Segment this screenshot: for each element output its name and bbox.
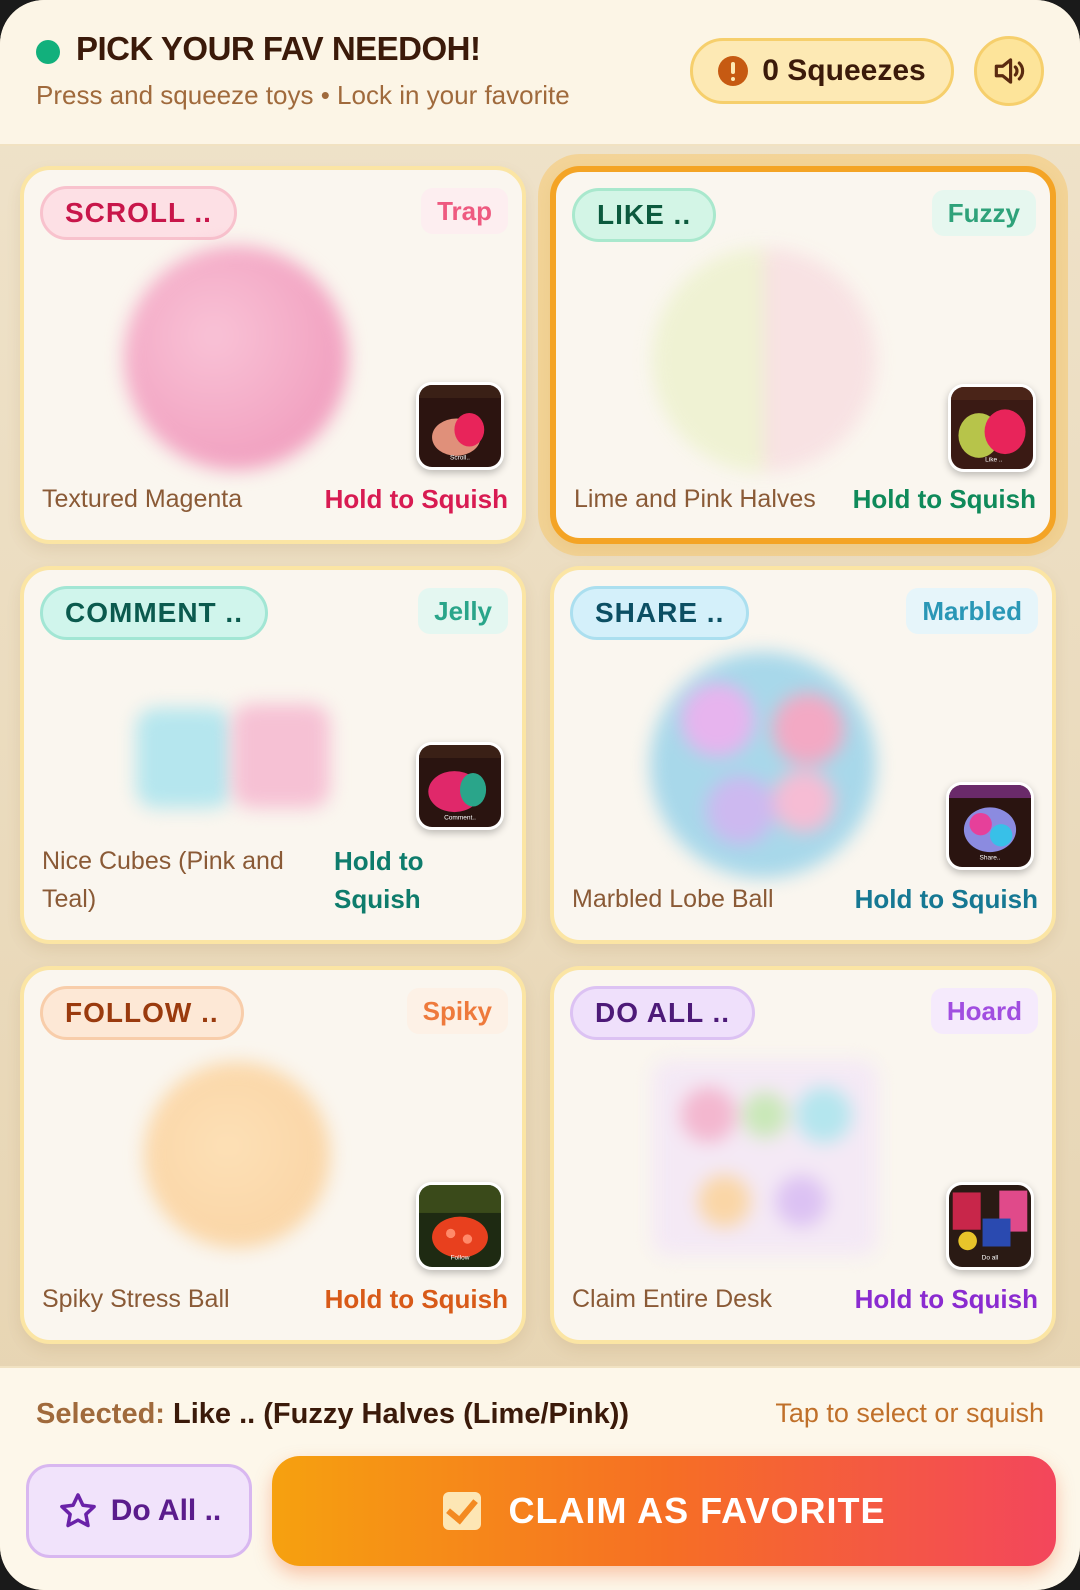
thumbnail-caption: Follow <box>451 1255 470 1262</box>
toy-image <box>144 1062 330 1248</box>
selection-status: Selected: Like .. (Fuzzy Halves (Lime/Pi… <box>36 1398 629 1431</box>
toy-pill: COMMENT .. <box>40 586 268 640</box>
video-thumbnail[interactable]: Like .. <box>948 384 1036 472</box>
video-thumbnail[interactable]: Share.. <box>946 782 1034 870</box>
checkbox-icon <box>442 1492 481 1530</box>
app-window: PICK YOUR FAV NEEDOH! Press and squeeze … <box>0 0 1080 1590</box>
toy-card-comment[interactable]: COMMENT .. Jelly Comment.. Nice Cubes (P… <box>20 566 526 944</box>
claim-favorite-button[interactable]: CLAIM AS FAVORITE <box>272 1456 1056 1566</box>
toy-image <box>652 1060 878 1256</box>
alert-icon <box>718 56 749 86</box>
selected-label: Selected: <box>36 1398 165 1430</box>
toy-image <box>124 246 348 470</box>
page-title: PICK YOUR FAV NEEDOH! <box>76 30 481 67</box>
selected-value: Like .. (Fuzzy Halves (Lime/Pink)) <box>173 1398 630 1430</box>
toy-name: Marbled Lobe Ball <box>572 885 774 913</box>
thumbnail-caption: Share.. <box>979 855 1000 862</box>
hold-to-squish-button[interactable]: Hold to Squish <box>855 1280 1038 1318</box>
sound-toggle-button[interactable] <box>974 36 1044 106</box>
hold-to-squish-button[interactable]: Hold to Squish <box>334 842 464 918</box>
squeeze-count-label: 0 Squeezes <box>762 54 926 87</box>
toy-image <box>652 248 876 472</box>
hold-to-squish-button[interactable]: Hold to Squish <box>325 1280 508 1318</box>
do-all-button[interactable]: Do All .. <box>26 1464 252 1558</box>
squeeze-counter: 0 Squeezes <box>690 38 954 104</box>
thumbnail-caption: Like .. <box>985 457 1003 464</box>
claim-favorite-label: CLAIM AS FAVORITE <box>508 1490 886 1531</box>
toy-image <box>136 708 232 808</box>
toy-card-share[interactable]: SHARE .. Marbled Share.. Marbled Lobe Ba… <box>550 566 1056 944</box>
footer: Selected: Like .. (Fuzzy Halves (Lime/Pi… <box>0 1366 1080 1590</box>
toy-pill: LIKE .. <box>572 188 717 242</box>
toy-type-tag: Spiky <box>406 988 508 1034</box>
toy-name: Claim Entire Desk <box>572 1285 773 1313</box>
toy-name: Textured Magenta <box>42 485 243 513</box>
hold-to-squish-button[interactable]: Hold to Squish <box>853 480 1036 518</box>
video-thumbnail[interactable]: Follow <box>416 1182 504 1270</box>
toy-card-follow[interactable]: FOLLOW .. Spiky Follow Spiky Stress Ball… <box>20 966 526 1344</box>
toy-card-scroll[interactable]: SCROLL .. Trap Scroll.. Textured Magenta… <box>20 166 526 544</box>
header: PICK YOUR FAV NEEDOH! Press and squeeze … <box>0 0 1080 146</box>
thumbnail-caption: Do all <box>982 1255 999 1262</box>
toy-type-tag: Jelly <box>418 588 508 634</box>
hold-to-squish-button[interactable]: Hold to Squish <box>855 880 1038 918</box>
hint-text: Tap to select or squish <box>775 1398 1044 1428</box>
toy-pill: SCROLL .. <box>40 186 237 240</box>
toy-name: Nice Cubes (Pink and Teal) <box>42 847 284 913</box>
video-thumbnail[interactable]: Scroll.. <box>416 382 504 470</box>
toy-type-tag: Fuzzy <box>931 190 1036 236</box>
hold-to-squish-button[interactable]: Hold to Squish <box>325 480 508 518</box>
video-thumbnail[interactable]: Do all <box>946 1182 1034 1270</box>
toy-image <box>232 704 330 808</box>
toy-card-do-all[interactable]: DO ALL .. Hoard Do all Claim Entire Desk… <box>550 966 1056 1344</box>
toy-type-tag: Hoard <box>930 988 1038 1034</box>
thumbnail-caption: Scroll.. <box>450 455 470 462</box>
star-icon <box>59 1493 96 1528</box>
toy-type-tag: Marbled <box>906 588 1038 634</box>
speaker-icon <box>994 58 1025 84</box>
toy-pill: SHARE .. <box>570 586 750 640</box>
do-all-label: Do All .. <box>110 1494 222 1527</box>
toy-pill: FOLLOW .. <box>40 986 244 1040</box>
video-thumbnail[interactable]: Comment.. <box>416 742 504 830</box>
toy-type-tag: Trap <box>421 188 508 234</box>
thumbnail-caption: Comment.. <box>444 815 476 822</box>
toy-image <box>650 652 876 878</box>
toy-name: Lime and Pink Halves <box>574 485 816 513</box>
toy-card-like[interactable]: LIKE .. Fuzzy Like .. Lime and Pink Halv… <box>550 166 1056 544</box>
toy-name: Spiky Stress Ball <box>42 1285 230 1313</box>
page-subtitle: Press and squeeze toys • Lock in your fa… <box>36 80 570 110</box>
status-dot <box>36 40 60 64</box>
toy-pill: DO ALL .. <box>570 986 755 1040</box>
